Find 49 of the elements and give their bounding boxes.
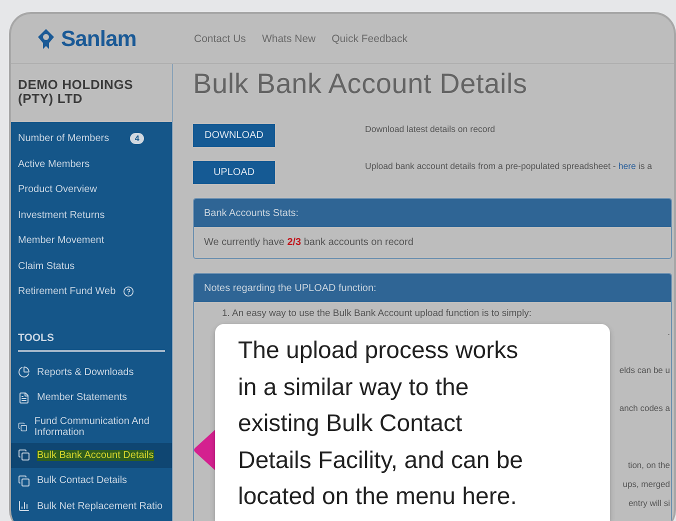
pie-chart-icon	[18, 366, 30, 378]
action-description: Upload bank account details from a pre-populated spreadsheet - here is a	[365, 161, 652, 171]
sidebar-item[interactable]: Bulk Contact Details	[11, 468, 172, 494]
section-heading: TOOLS	[18, 332, 165, 352]
callout-text: located on the menu here.	[238, 482, 518, 512]
callout-text: existing Bulk Contact	[238, 409, 464, 439]
action-description: Download latest details on record	[365, 124, 496, 134]
page-title: Bulk Bank Account Details	[193, 68, 528, 100]
sidebar-item[interactable]: Fund Communication And Information	[11, 410, 172, 442]
nav-link[interactable]: Quick Feedback	[332, 32, 408, 44]
callout-text: in a similar way to the	[238, 372, 470, 402]
sidebar-item[interactable]: Bulk Bank Account Details	[11, 442, 172, 468]
note-text: .	[668, 327, 670, 339]
logo-icon	[37, 28, 55, 48]
help-icon	[122, 286, 134, 298]
sidebar-item[interactable]: Member Movement	[11, 228, 172, 254]
callout-text: The upload process works	[238, 336, 520, 366]
bar-chart-icon	[18, 500, 30, 512]
brand-logo: Sanlam	[61, 26, 136, 52]
note-text: ups, merged	[622, 479, 670, 491]
stats-text: We currently have 2/3 bank accounts on record	[204, 237, 414, 248]
here-link[interactable]: here	[618, 161, 636, 171]
note-text: entry will si	[628, 498, 670, 510]
sidebar-item[interactable]: Retirement Fund Web	[11, 279, 172, 304]
callout-text: Details Facility, and can be	[238, 446, 524, 476]
nav-link[interactable]: Contact Us	[194, 32, 246, 44]
sidebar-item[interactable]: Active Members	[11, 152, 172, 177]
note-text: elds can be u	[619, 365, 670, 377]
panel-title: Notes regarding the UPLOAD function:	[204, 282, 376, 294]
nav-link[interactable]: Whats New	[262, 32, 316, 44]
copy-icon	[18, 474, 30, 487]
sidebar-item[interactable]: Number of Members 4	[11, 126, 172, 152]
note-text: anch codes a	[619, 403, 670, 415]
company-name: DEMO HOLDINGS (PTY) LTD	[17, 76, 134, 108]
action-button[interactable]: DOWNLOAD	[193, 124, 275, 147]
copy-icon	[18, 449, 30, 462]
sidebar-item[interactable]: Claim Status	[11, 254, 172, 279]
sidebar-item[interactable]: Member Statements	[11, 385, 172, 410]
sidebar-item[interactable]: Bulk Net Replacement Ratio	[11, 494, 172, 519]
count-badge: 4	[130, 133, 144, 144]
note-text: 1. An easy way to use the Bulk Bank Account upload function is to simply:	[222, 308, 532, 321]
sidebar-item[interactable]: Reports & Downloads	[11, 360, 172, 385]
action-button[interactable]: UPLOAD	[193, 161, 275, 184]
note-text: tion, on the	[628, 460, 670, 472]
panel-title: Bank Accounts Stats:	[204, 208, 298, 218]
copy-icon	[18, 420, 28, 432]
document-icon	[18, 392, 30, 404]
sidebar-item[interactable]: Product Overview	[11, 177, 172, 202]
sidebar-item[interactable]: Investment Returns	[11, 202, 172, 228]
